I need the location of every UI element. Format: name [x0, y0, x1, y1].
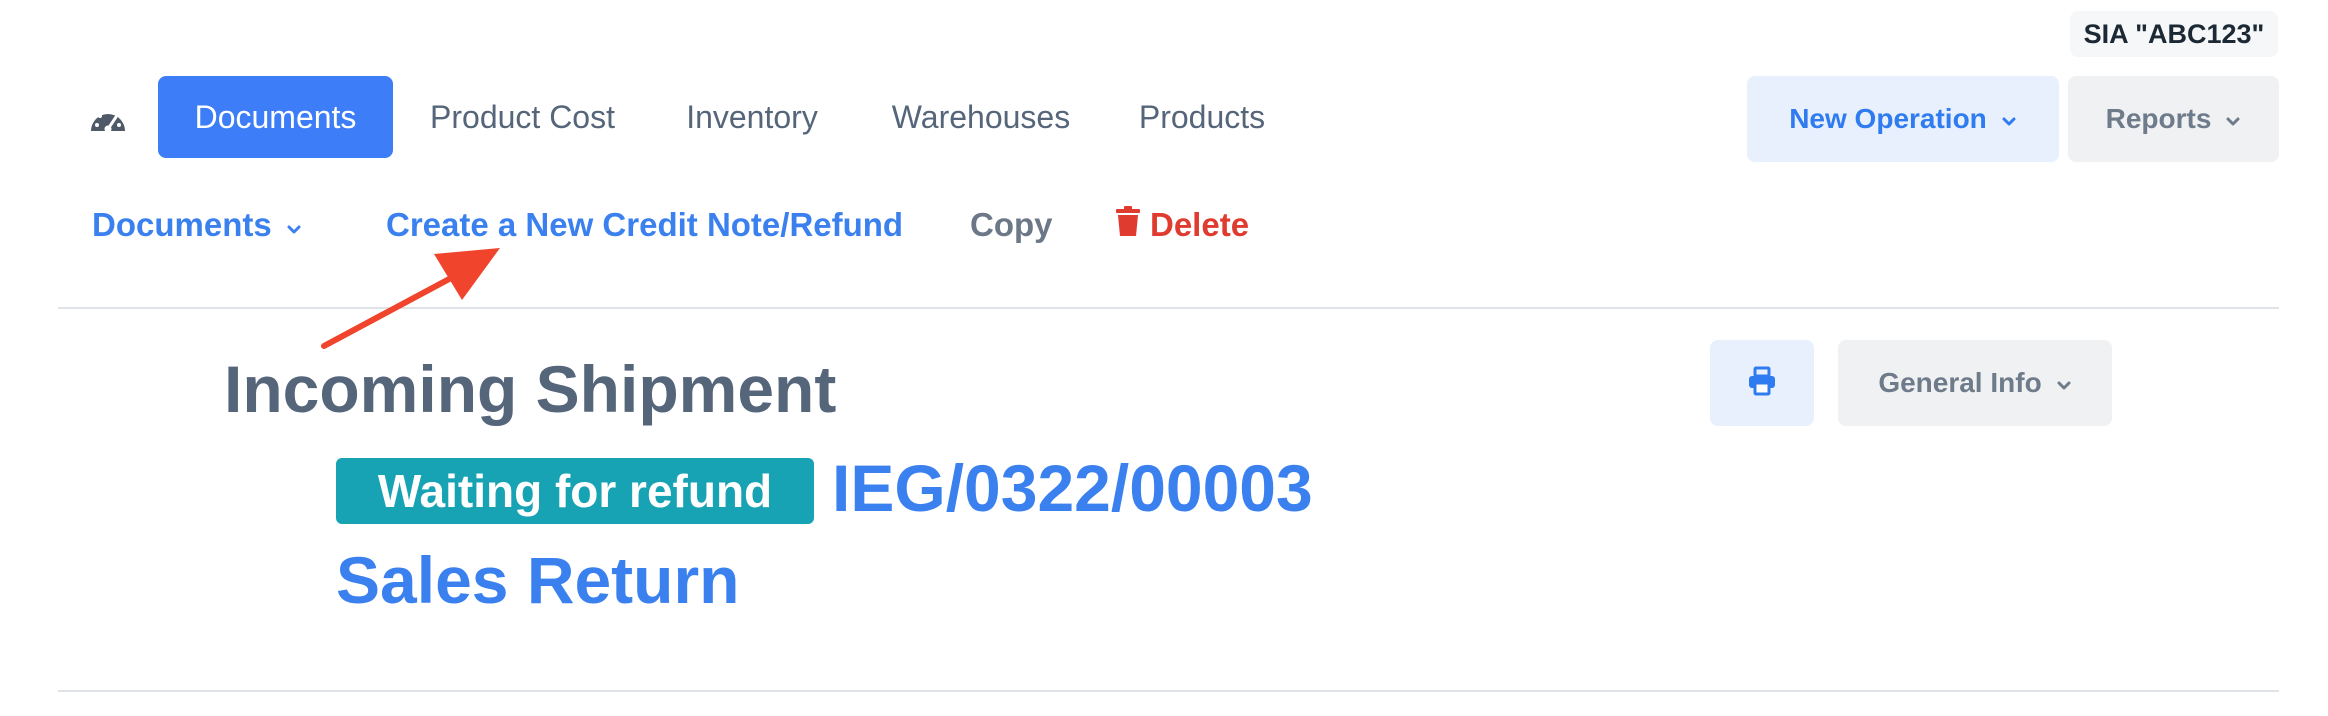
company-badge: SIA "ABC123": [2070, 11, 2278, 57]
general-info-label: General Info: [1878, 367, 2042, 398]
speedometer-icon[interactable]: [86, 100, 130, 138]
general-info-button[interactable]: General Info: [1838, 340, 2112, 426]
print-button[interactable]: [1710, 340, 1814, 426]
chevron-down-icon: [2225, 103, 2241, 135]
status-badge: Waiting for refund: [336, 458, 814, 524]
new-operation-label: New Operation: [1789, 103, 1987, 134]
documents-dropdown[interactable]: Documents: [92, 202, 302, 248]
create-credit-note-link[interactable]: Create a New Credit Note/Refund: [386, 202, 903, 248]
delete-label: Delete: [1150, 206, 1250, 243]
tab-documents[interactable]: Documents: [158, 76, 393, 158]
page-title: Incoming Shipment: [224, 352, 837, 426]
chevron-down-icon: [286, 206, 302, 244]
new-operation-button[interactable]: New Operation: [1747, 76, 2059, 162]
tab-products[interactable]: Products: [1122, 76, 1282, 158]
chevron-down-icon: [2056, 367, 2072, 399]
tab-product-cost[interactable]: Product Cost: [415, 76, 630, 158]
documents-dropdown-label: Documents: [92, 206, 272, 243]
copy-link[interactable]: Copy: [970, 202, 1053, 248]
reports-label: Reports: [2105, 103, 2212, 134]
tab-warehouses[interactable]: Warehouses: [876, 76, 1086, 158]
tab-inventory[interactable]: Inventory: [664, 76, 840, 158]
reports-button[interactable]: Reports: [2068, 76, 2279, 162]
document-number: IEG/0322/00003: [832, 451, 1313, 525]
section-divider: [58, 690, 2279, 692]
document-type-link[interactable]: Sales Return: [336, 540, 739, 620]
delete-link[interactable]: Delete: [1114, 202, 1249, 248]
chevron-down-icon: [2001, 103, 2017, 135]
header-divider: [58, 307, 2279, 309]
trash-icon: [1114, 205, 1142, 245]
printer-icon: [1747, 366, 1777, 401]
